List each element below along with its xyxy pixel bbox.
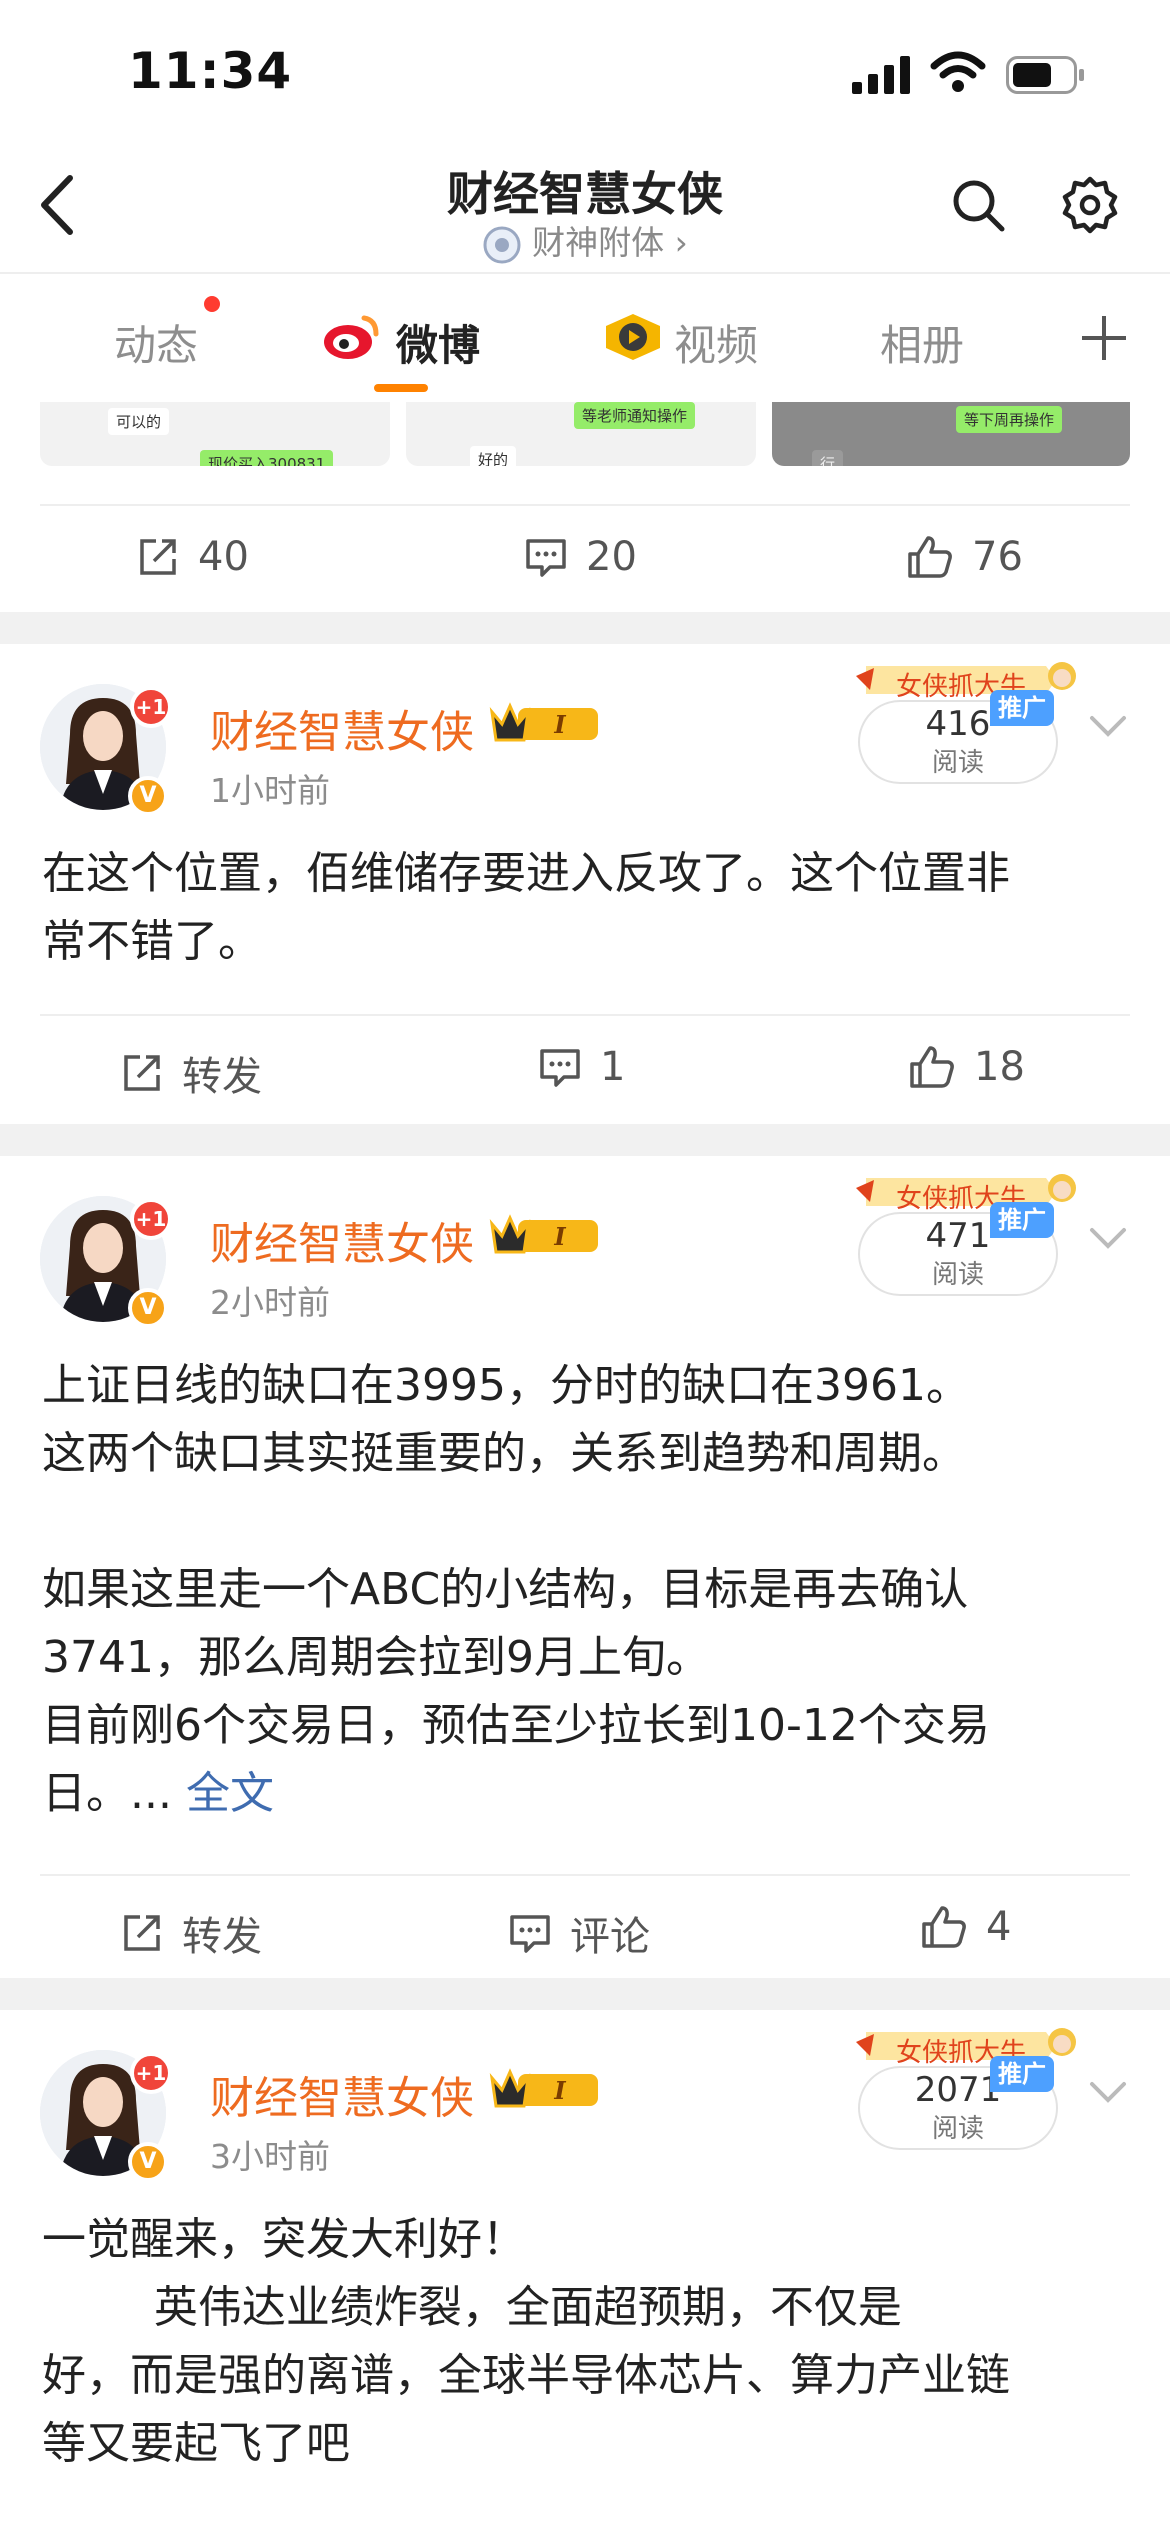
chat-bubble: 等下周再操作: [956, 406, 1063, 433]
status-bar: 11:34: [0, 0, 1170, 150]
chat-bubble: 好的: [470, 446, 517, 466]
follow-badge: +1: [130, 1198, 172, 1240]
post-separator: [0, 1978, 1170, 2010]
like-button[interactable]: 76: [906, 534, 1023, 580]
thumbs-up-icon: [922, 1906, 966, 1948]
status-time: 11:34: [128, 42, 293, 100]
share-label: 转发: [182, 1914, 262, 1960]
share-icon: [124, 1915, 160, 1951]
feed-post: +1 V 财经智慧女侠 I 2小时前 女侠抓大牛 471 阅读 推广 上证日线的…: [0, 1156, 1170, 1978]
share-label: 转发: [182, 1054, 262, 1100]
post-text-body: 上证日线的缺口在3995，分时的缺口在3961。 这两个缺口其实挺重要的，关系到…: [42, 1360, 990, 1819]
share-button[interactable]: 转发: [120, 1904, 262, 1962]
username[interactable]: 财经智慧女侠: [210, 2062, 474, 2126]
share-icon: [124, 1055, 160, 1091]
follow-badge: +1: [130, 686, 172, 728]
post-separator: [0, 612, 1170, 644]
read-label: 阅读: [931, 1260, 984, 1290]
tab-weibo[interactable]: 微博: [396, 312, 480, 373]
post-image[interactable]: 等下周再操作 行: [772, 402, 1130, 466]
post-time: 1小时前: [210, 771, 330, 810]
feed-post: +1 V 财经智慧女侠 I 1小时前 女侠抓大牛 416 阅读 推广 在这个位置…: [0, 644, 1170, 1124]
chevron-down-icon[interactable]: [1088, 1226, 1128, 1252]
chat-bubble: 现价买入300831: [200, 450, 334, 466]
like-button[interactable]: 4: [920, 1904, 1011, 1950]
search-icon[interactable]: [948, 175, 1008, 235]
share-icon: [140, 539, 176, 575]
thumbs-up-icon: [908, 536, 952, 578]
thumbs-up-icon: [910, 1046, 954, 1088]
post-actions: 40 20 76: [40, 504, 1130, 614]
share-count: 40: [198, 534, 249, 580]
promote-badge[interactable]: 推广: [990, 2056, 1054, 2092]
profile-tabs: 动态 微博 视频 相册: [0, 274, 1170, 400]
comment-count: 1: [600, 1044, 626, 1090]
chevron-down-icon[interactable]: [1088, 2080, 1128, 2106]
battery-icon: [1006, 56, 1084, 94]
tab-album[interactable]: 相册: [880, 312, 964, 373]
like-count: 18: [974, 1044, 1025, 1090]
svg-text:I: I: [553, 1222, 566, 1251]
chat-bubble: 行: [812, 450, 844, 466]
svg-text:I: I: [553, 2076, 566, 2105]
promote-badge[interactable]: 推广: [990, 1202, 1054, 1238]
post-text: 上证日线的缺口在3995，分时的缺口在3961。 这两个缺口其实挺重要的，关系到…: [42, 1352, 1132, 1828]
comment-label: 评论: [570, 1914, 650, 1960]
tab-video[interactable]: 视频: [674, 312, 758, 373]
chevron-down-icon[interactable]: [1088, 714, 1128, 740]
read-label: 阅读: [931, 748, 984, 778]
like-count: 4: [986, 1904, 1012, 1950]
full-text-link[interactable]: 全文: [186, 1768, 274, 1819]
promote-badge[interactable]: 推广: [990, 690, 1054, 726]
post-image[interactable]: 可以的 现价买入300831: [40, 402, 390, 466]
active-tab-indicator: [374, 384, 428, 392]
verified-badge: V: [128, 776, 168, 816]
username[interactable]: 财经智慧女侠: [210, 696, 474, 760]
member-crown-icon: I: [489, 702, 598, 742]
subtitle-text: 财神附体 ›: [532, 223, 688, 262]
tab-dynamics[interactable]: 动态: [114, 312, 198, 373]
post-image-grid: 可以的 现价买入300831 等老师通知操作 好的 等下周再操作 行: [40, 402, 1130, 466]
like-button[interactable]: 18: [908, 1044, 1025, 1090]
post-actions: 转发 1 18: [40, 1014, 1130, 1124]
chat-bubble: 可以的: [108, 408, 170, 435]
comment-icon: [526, 539, 566, 577]
profile-header: 财经智慧女侠 财神附体 ›: [0, 150, 1170, 270]
post-text: 在这个位置，佰维储存要进入反攻了。这个位置非 常不错了。: [42, 848, 1010, 967]
follow-badge: +1: [130, 2052, 172, 2094]
post-separator: [0, 1124, 1170, 1156]
member-crown-icon: I: [489, 2068, 598, 2108]
gear-icon[interactable]: [1060, 175, 1120, 235]
video-icon: [606, 314, 660, 360]
comment-button[interactable]: 1: [538, 1044, 625, 1090]
post-actions: 转发 评论 4: [40, 1874, 1130, 1984]
verified-badge: V: [128, 1288, 168, 1328]
notification-dot: [204, 296, 220, 312]
comment-button[interactable]: 20: [524, 534, 637, 580]
username[interactable]: 财经智慧女侠: [210, 1208, 474, 1272]
comment-icon: [540, 1049, 580, 1087]
svg-text:I: I: [553, 710, 566, 739]
feed-post: +1 V 财经智慧女侠 I 3小时前 女侠抓大牛 2071 阅读 推广 一觉醒来…: [0, 2010, 1170, 2532]
verified-badge: V: [128, 2142, 168, 2182]
post-text: 一觉醒来，突发大利好！ 英伟达业绩炸裂，全面超预期，不仅是 好，而是强的离谱，全…: [42, 2214, 1010, 2469]
weibo-logo-icon: [324, 315, 379, 359]
medal-icon: [483, 226, 521, 263]
share-button[interactable]: 转发: [120, 1044, 262, 1102]
comment-count: 20: [586, 534, 637, 580]
comment-icon: [510, 1915, 550, 1953]
wifi-icon: [930, 51, 986, 92]
share-button[interactable]: 40: [136, 534, 249, 580]
comment-button[interactable]: 评论: [508, 1904, 650, 1962]
plus-icon[interactable]: [1078, 312, 1130, 364]
member-crown-icon: I: [489, 1214, 598, 1254]
cellular-signal-icon: [852, 56, 910, 94]
chat-bubble: 等老师通知操作: [574, 402, 696, 429]
read-label: 阅读: [931, 2114, 984, 2144]
post-time: 3小时前: [210, 2137, 330, 2176]
like-count: 76: [972, 534, 1023, 580]
post-image[interactable]: 等老师通知操作 好的: [406, 402, 756, 466]
post-time: 2小时前: [210, 1283, 330, 1322]
